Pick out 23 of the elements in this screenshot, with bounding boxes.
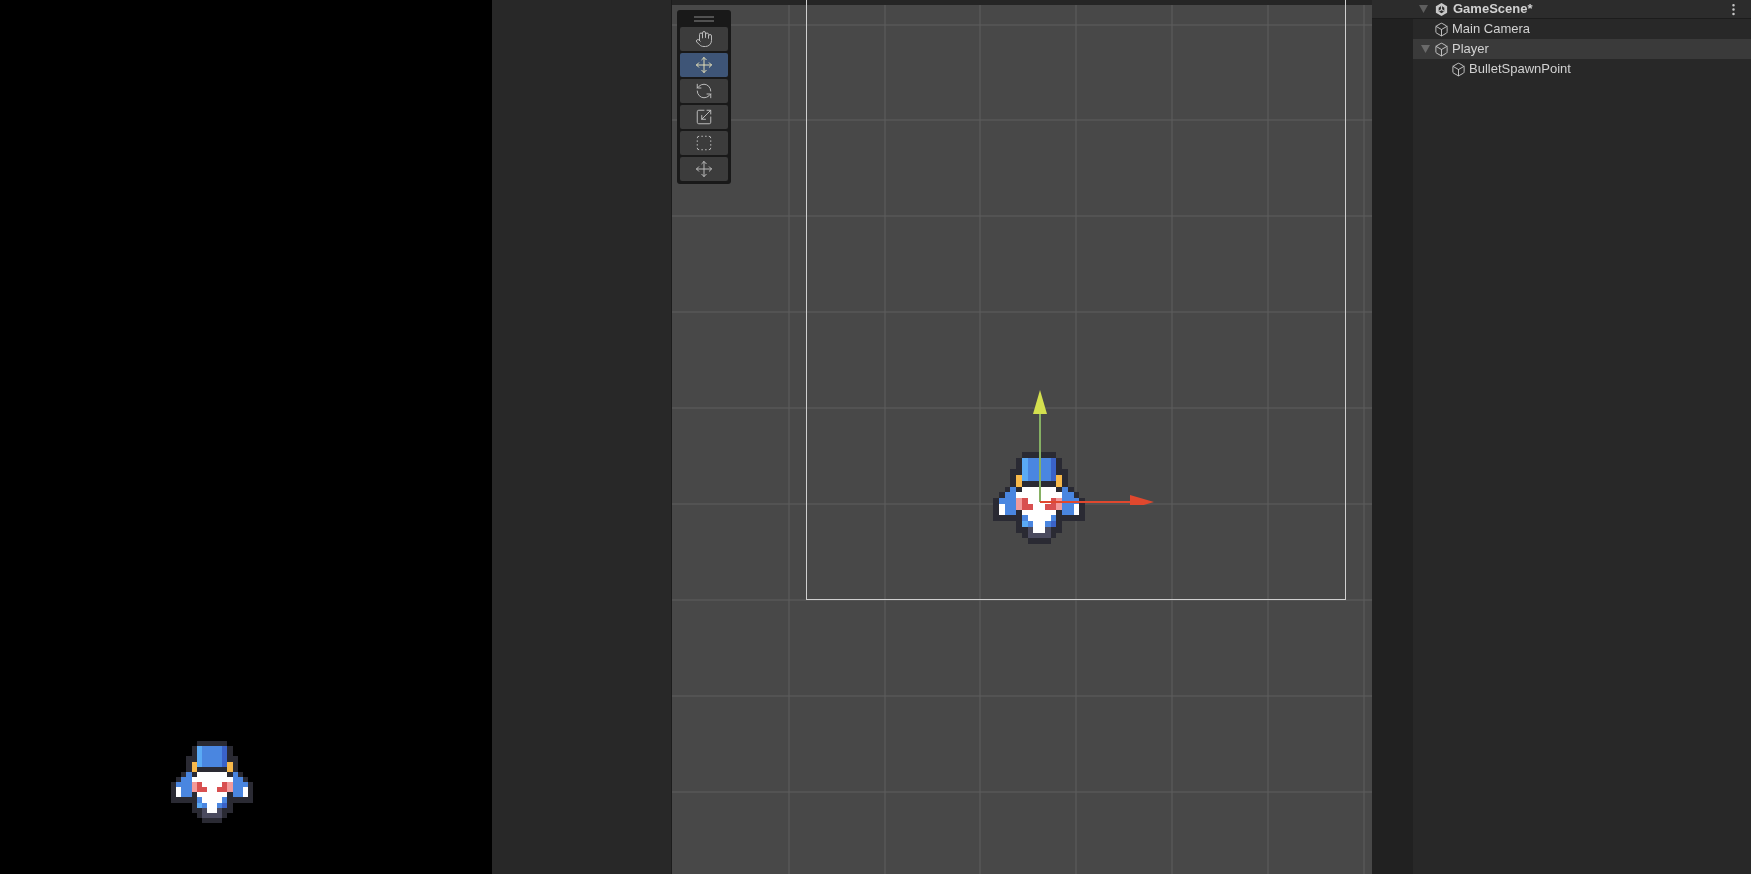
- scene-header[interactable]: GameScene*: [1372, 0, 1751, 19]
- expand-triangle-icon[interactable]: [1421, 45, 1430, 53]
- tool-button[interactable]: [680, 27, 728, 51]
- hierarchy-item[interactable]: BulletSpawnPoint: [1413, 59, 1751, 79]
- transform-icon: [695, 160, 713, 178]
- move-icon: [695, 56, 713, 74]
- tool-button[interactable]: [680, 53, 728, 77]
- cube-logo-icon: [1434, 1, 1449, 17]
- cube-icon: [1434, 41, 1449, 57]
- hand-icon: [695, 30, 713, 48]
- tool-button[interactable]: [680, 105, 728, 129]
- drag-handle-icon[interactable]: [694, 16, 714, 22]
- tool-button[interactable]: [680, 131, 728, 155]
- rotate-icon: [695, 82, 713, 100]
- hierarchy-item[interactable]: Player: [1413, 39, 1751, 59]
- tool-button[interactable]: [680, 157, 728, 181]
- rect-icon: [695, 134, 713, 152]
- cube-icon: [1434, 21, 1449, 37]
- scale-icon: [695, 108, 713, 126]
- tool-button[interactable]: [680, 79, 728, 103]
- hierarchy-item[interactable]: Main Camera: [1413, 19, 1751, 39]
- cube-icon: [1451, 61, 1466, 77]
- expand-triangle-icon[interactable]: [1419, 5, 1428, 13]
